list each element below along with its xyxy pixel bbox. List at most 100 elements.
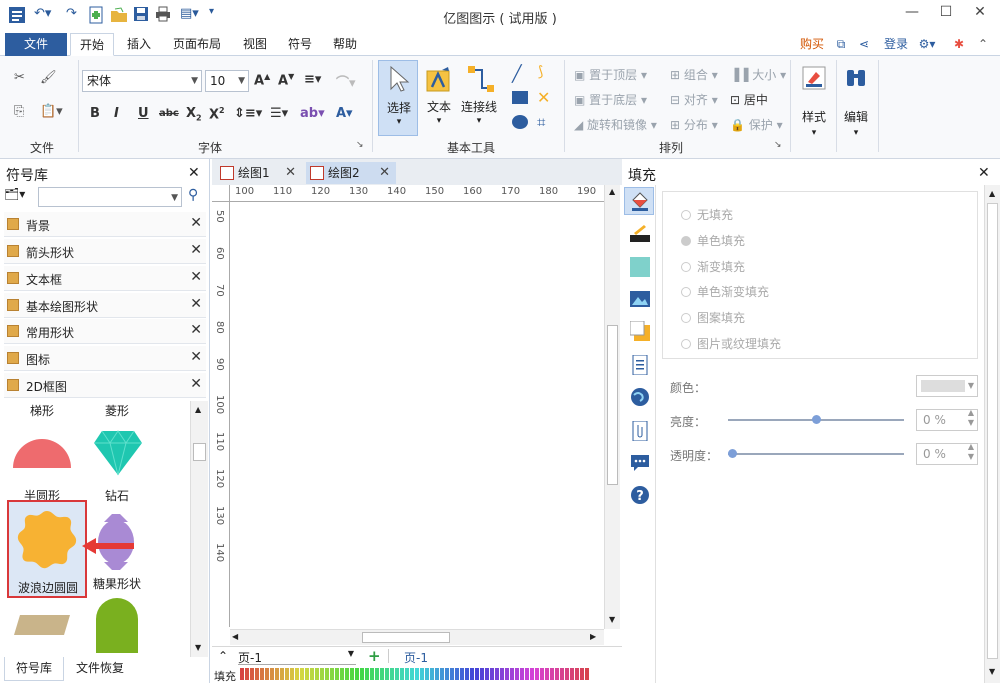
help-icon[interactable]: ? (630, 485, 650, 505)
edit-button[interactable]: 编辑 ▾ (840, 62, 872, 150)
shrink-font-icon[interactable]: A▼ (278, 72, 294, 88)
line-tool-icon[interactable]: ╱ (512, 64, 522, 83)
color-swatch[interactable] (275, 668, 279, 680)
page-tab[interactable]: 页-1 (404, 649, 428, 666)
color-swatch[interactable] (380, 668, 384, 680)
tab-view[interactable]: 视图 (236, 33, 274, 56)
canvas-horizontal-scrollbar[interactable]: ◀ ▶ (230, 629, 604, 645)
close-window-button[interactable]: ✕ (966, 4, 994, 24)
collapse-page-bar-icon[interactable]: ⌃ (218, 649, 228, 663)
color-swatch[interactable] (395, 668, 399, 680)
color-swatch[interactable] (345, 668, 349, 680)
attachment-icon[interactable] (630, 421, 650, 441)
hyperlink-globe-icon[interactable] (630, 387, 650, 407)
color-swatch[interactable] (405, 668, 409, 680)
theme-icon[interactable]: ✱ (950, 33, 968, 56)
library-row-common-shapes[interactable]: 常用形状 ✕ (4, 319, 206, 344)
ribbon-collapse-icon[interactable]: ⌃ (974, 33, 992, 56)
color-swatch[interactable] (465, 668, 469, 680)
color-swatch[interactable] (290, 668, 294, 680)
color-swatch[interactable] (565, 668, 569, 680)
canvas-vertical-scrollbar[interactable]: ▲ ▼ (604, 185, 620, 629)
radio-picture-fill[interactable]: 图片或纹理填充 (681, 335, 781, 352)
doc-tab-1[interactable]: 绘图1 ✕ (216, 162, 302, 184)
color-swatch[interactable] (510, 668, 514, 680)
search-icon[interactable]: ⚲ (188, 187, 198, 203)
paragraph-align-icon[interactable]: ≡▾ (304, 72, 321, 87)
close-library-icon[interactable]: ✕ (190, 322, 202, 338)
select-tool-button[interactable]: 选择 ▾ (378, 60, 418, 136)
color-swatch[interactable] (310, 668, 314, 680)
color-swatch[interactable] (530, 668, 534, 680)
color-swatch[interactable] (430, 668, 434, 680)
tab-home[interactable]: 开始 (70, 33, 114, 56)
line-spacing-icon[interactable]: ⌒▾ (336, 72, 356, 91)
color-swatch[interactable] (300, 668, 304, 680)
share-icon[interactable]: ⋖ (856, 33, 872, 56)
paste-icon[interactable]: 📋▾ (40, 104, 63, 119)
color-swatch[interactable] (390, 668, 394, 680)
page-properties-icon[interactable] (630, 355, 650, 375)
scroll-up-icon[interactable]: ▲ (609, 187, 615, 196)
font-size-combo[interactable]: 10 ▼ (205, 70, 249, 92)
color-swatch[interactable] (255, 668, 259, 680)
line-style-icon[interactable] (630, 223, 650, 243)
login-link[interactable]: 登录 (880, 33, 912, 56)
panel-scrollbar[interactable]: ▲ ▼ (984, 185, 1000, 683)
library-row-background[interactable]: 背景 ✕ (4, 212, 206, 237)
close-library-icon[interactable]: ✕ (190, 242, 202, 258)
color-swatch[interactable] (420, 668, 424, 680)
arc-tool-icon[interactable]: ⟆ (538, 64, 543, 80)
highlight-icon[interactable]: ab▾ (300, 106, 325, 121)
protect-button[interactable]: 🔒 保护 ▾ (730, 116, 783, 133)
size-button[interactable]: ▐▐ 大小 ▾ (730, 66, 786, 83)
color-swatch[interactable] (455, 668, 459, 680)
strikethrough-icon[interactable]: abc (159, 108, 179, 119)
color-swatch[interactable] (350, 668, 354, 680)
close-library-icon[interactable]: ✕ (190, 349, 202, 365)
scrollbar-thumb[interactable] (193, 443, 206, 461)
close-panel-icon[interactable]: ✕ (188, 165, 200, 181)
close-tab-icon[interactable]: ✕ (379, 162, 390, 184)
scroll-left-icon[interactable]: ◀ (232, 632, 238, 641)
settings-gear-icon[interactable]: ⚙▾ (916, 33, 938, 56)
send-to-back-button[interactable]: ▣ 置于底层 ▾ (574, 91, 647, 108)
color-swatch[interactable] (360, 668, 364, 680)
transparency-slider[interactable] (728, 449, 904, 458)
color-swatch[interactable] (570, 668, 574, 680)
color-swatches[interactable] (240, 668, 590, 680)
color-swatch[interactable] (525, 668, 529, 680)
scrollbar-thumb[interactable] (987, 203, 998, 659)
color-swatch[interactable] (585, 668, 589, 680)
color-swatch[interactable] (475, 668, 479, 680)
connector-tool-button[interactable]: 连接线 ▾ (458, 60, 500, 136)
color-swatch[interactable] (335, 668, 339, 680)
color-swatch[interactable] (505, 668, 509, 680)
group-button[interactable]: ⊞ 组合 ▾ (670, 66, 718, 83)
library-row-2d-block[interactable]: 2D框图 ✕ (4, 373, 206, 398)
cut-icon[interactable]: ✂ (14, 70, 25, 85)
color-swatch[interactable] (555, 668, 559, 680)
color-swatch[interactable] (330, 668, 334, 680)
close-library-icon[interactable]: ✕ (190, 296, 202, 312)
superscript-icon[interactable]: X2 (209, 106, 225, 122)
rectangle-tool-icon[interactable] (512, 91, 528, 104)
color-swatch[interactable] (535, 668, 539, 680)
color-swatch[interactable] (515, 668, 519, 680)
color-swatch[interactable] (260, 668, 264, 680)
color-swatch[interactable] (280, 668, 284, 680)
color-swatch[interactable] (415, 668, 419, 680)
color-swatch[interactable] (295, 668, 299, 680)
library-row-icons[interactable]: 图标 ✕ (4, 346, 206, 371)
library-row-arrows[interactable]: 箭头形状 ✕ (4, 239, 206, 264)
close-tab-icon[interactable]: ✕ (285, 162, 296, 184)
color-swatch[interactable] (245, 668, 249, 680)
color-swatch[interactable] (540, 668, 544, 680)
color-swatch[interactable] (520, 668, 524, 680)
tab-page-layout[interactable]: 页面布局 (165, 33, 229, 56)
tab-insert[interactable]: 插入 (120, 33, 158, 56)
radio-gradient-fill[interactable]: 渐变填充 (681, 258, 745, 275)
color-swatch[interactable] (250, 668, 254, 680)
scroll-down-icon[interactable]: ▼ (609, 615, 615, 624)
image-icon[interactable] (630, 289, 650, 309)
